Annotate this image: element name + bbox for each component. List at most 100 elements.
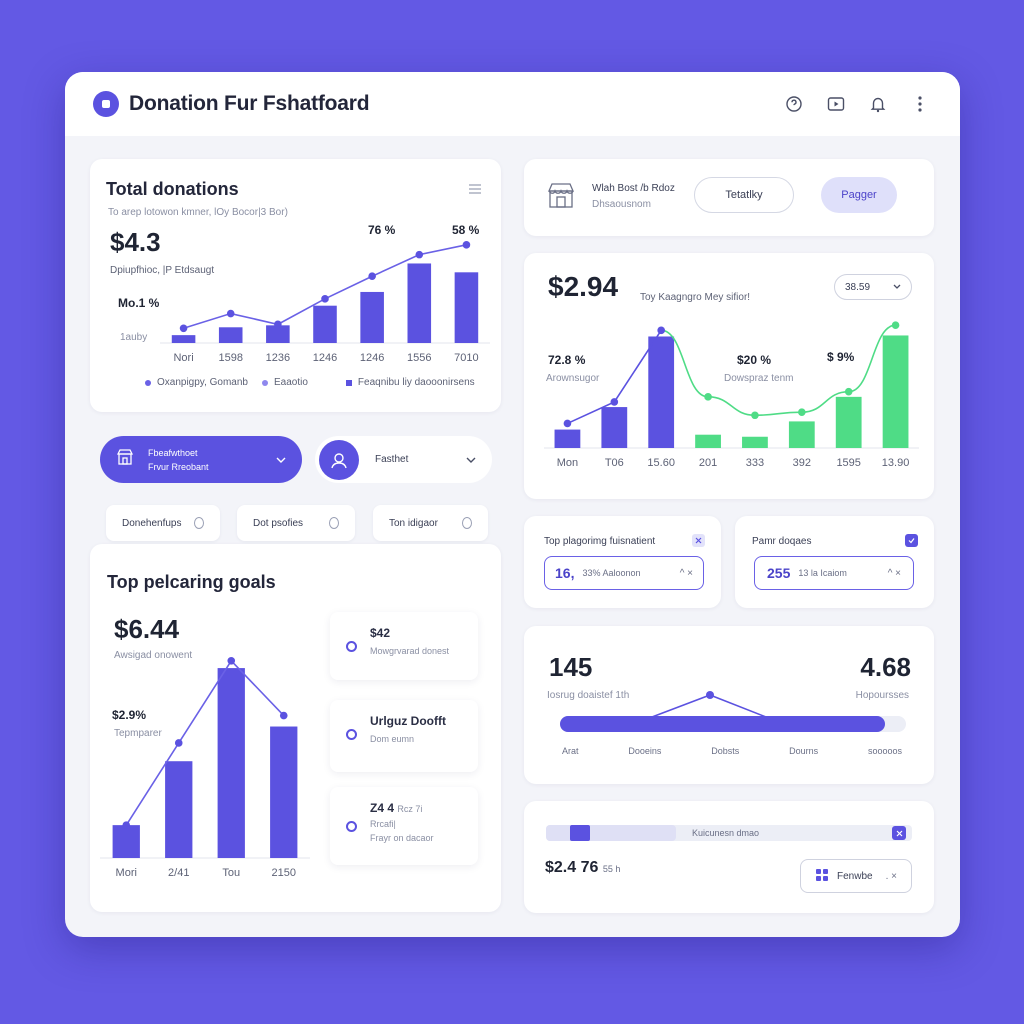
radio-icon (346, 641, 357, 652)
chart-tick-label: Mon (557, 457, 578, 469)
secondary-button[interactable]: Tetatlky (694, 177, 794, 213)
progress-handle[interactable] (570, 825, 590, 841)
chevron-down-icon (466, 451, 476, 469)
dashboard-window: Donation Fur Fshatfoard Total donations … (65, 72, 960, 937)
chart-tick-label: 1246 (360, 352, 384, 364)
mini-card-input[interactable]: 255 13 la Icaiom ^ × (754, 556, 914, 590)
chart-tick-label: 2/41 (168, 867, 189, 879)
filter-chip-2[interactable]: Dot psofies (237, 505, 355, 541)
chart-tick-label: 1595 (836, 457, 860, 469)
filter-chip-1[interactable]: Donehenfups (106, 505, 220, 541)
legend-item-3: Feaqnibu liy daooonirsens (345, 377, 475, 388)
range-right-value: 4.68 (860, 652, 911, 682)
chart-tick-label: 15.60 (647, 457, 675, 469)
menu-icon[interactable] (469, 181, 481, 199)
circle-icon (462, 517, 472, 529)
chart-point (798, 408, 806, 416)
range-card: 145 Iosrug doaistef 1th 4.68 Hopoursses … (524, 626, 934, 784)
goal-subtitle: Dom eumn (370, 734, 415, 744)
chart-tick-label: Mori (116, 867, 137, 879)
grid-icon (815, 868, 829, 885)
chart-bar (217, 668, 245, 858)
chart-point (321, 295, 329, 303)
fund-selector-line1: Fbeafwthoet (148, 447, 198, 458)
chart-tick-label: 201 (699, 457, 717, 469)
mini-card-2: Pamr doqaes 255 13 la Icaiom ^ × (735, 516, 934, 608)
goal-title: Urlguz Doofft (370, 714, 446, 728)
chevron-down-icon (276, 451, 286, 469)
bottom-action-button[interactable]: Fenwbe . × (800, 859, 912, 893)
chart-bar (112, 825, 140, 858)
bottom-progress-card: Kuicunesn dmao $2.4 76 55 h Fenwbe . × (524, 801, 934, 913)
radio-icon (346, 729, 357, 740)
help-icon[interactable] (784, 94, 804, 114)
app-title: Donation Fur Fshatfoard (129, 92, 370, 115)
trend-amount: $2.94 (548, 271, 619, 302)
goal-item-1[interactable]: $42 Mowgrvarad donest (330, 612, 478, 680)
progress-label: Kuicunesn dmao (692, 828, 760, 838)
chart-bar (835, 396, 862, 448)
primary-button[interactable]: Pagger (821, 177, 897, 213)
user-selector[interactable]: Fasthet (315, 436, 492, 483)
chevron-up-icon: ^ × (679, 567, 693, 579)
legend-square-icon (345, 379, 352, 386)
chart-bar (882, 335, 909, 448)
user-avatar-icon (319, 439, 359, 480)
mini-card-label: Top plagorimg fuisnatient (544, 536, 656, 547)
legend-dot-icon (145, 379, 151, 386)
fund-selector-line2: Frvur Rreobant (148, 461, 209, 472)
check-icon[interactable] (905, 534, 918, 547)
goal-subtitle: Mowgrvarad donest (370, 646, 450, 656)
period-select[interactable]: 38.59 (834, 274, 912, 300)
range-right-label: Hopoursses (855, 690, 909, 701)
chevron-down-icon (893, 282, 901, 293)
video-icon[interactable] (826, 94, 846, 114)
chart-tick-label: 333 (746, 457, 764, 469)
chart-bar (742, 436, 768, 448)
percent-left: Mo.1 % (118, 296, 160, 310)
legend-dot-icon (261, 379, 268, 386)
mini-card-label: Pamr doqaes (752, 536, 812, 547)
chart-tick-label: 392 (793, 457, 811, 469)
chart-bar (695, 434, 721, 448)
chart-tick-label: Nori (173, 352, 193, 364)
progress-track: Kuicunesn dmao (546, 825, 912, 841)
notification-icon[interactable] (868, 94, 888, 114)
check-icon[interactable] (692, 534, 705, 547)
chart-point (891, 321, 900, 330)
total-donations-chart: Nori 1598 1236 1246 1246 1556 7010 (160, 241, 490, 364)
chart-point (274, 320, 282, 329)
chart-point (415, 250, 424, 259)
card-title: Total donations (106, 179, 239, 199)
chart-tick-label: 1246 (313, 352, 337, 364)
goal-subtitle: Rrcafi| (370, 819, 396, 829)
goal-title-suffix: Rcz 7i (397, 804, 423, 814)
total-donations-card: Total donations To arep lotowon kmner, l… (90, 159, 501, 412)
goal-title: $42 (370, 626, 391, 640)
goal-item-3[interactable]: Z4 4 Rcz 7i Rrcafi| Frayr on dacaor (330, 787, 478, 865)
legend-item-2: Eaaotio (261, 377, 308, 388)
fund-selector[interactable]: Fbeafwthoet Frvur Rreobant (100, 436, 302, 483)
mini-card-input[interactable]: 16, 33% Aaloonon ^ × (544, 556, 704, 590)
goals-chart: Mori 2/41 Tou 2150 (100, 656, 310, 879)
range-axis: Arat Dooeins Dobsts Dourns sooooos (562, 746, 902, 756)
chart-tick-label: 7010 (454, 352, 478, 364)
chart-bar (360, 291, 384, 343)
mini-card-1: Top plagorimg fuisnatient 16, 33% Aaloon… (524, 516, 721, 608)
range-left-value: 145 (549, 652, 593, 682)
chart-bar (407, 263, 432, 343)
app-logo-icon (93, 91, 119, 117)
chart-tick-label: T06 (605, 457, 624, 469)
total-amount: $4.3 (110, 227, 161, 257)
goal-item-2[interactable]: Urlguz Doofft Dom eumn (330, 700, 478, 772)
chevron-up-icon: ^ × (887, 567, 901, 579)
chart-tick-label: 1598 (218, 352, 242, 364)
chart-point (844, 387, 853, 396)
user-selector-label: Fasthet (375, 454, 409, 465)
filter-chip-3[interactable]: Ton idigaor (373, 505, 488, 541)
store-icon (116, 448, 134, 471)
close-icon[interactable] (892, 826, 906, 840)
chart-bar (648, 336, 675, 448)
more-menu-icon[interactable] (910, 94, 930, 114)
circle-icon (194, 517, 204, 529)
